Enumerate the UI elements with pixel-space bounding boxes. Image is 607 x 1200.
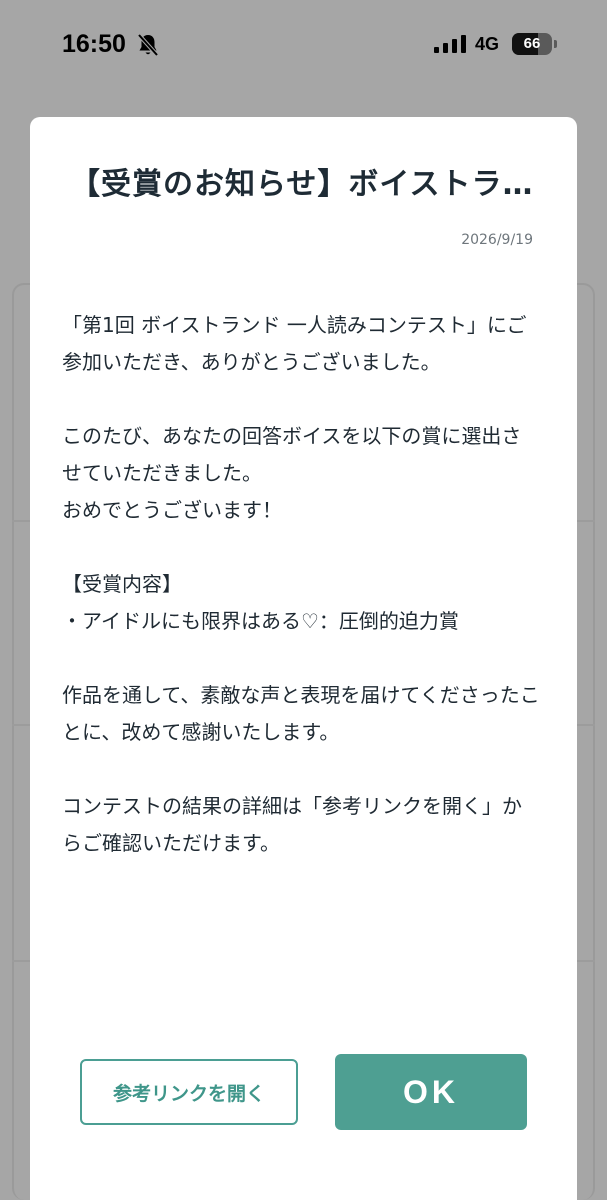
signal-icon xyxy=(434,35,466,53)
body-paragraph: 「第1回 ボイストランド 一人読みコンテスト」にご参加いただき、ありがとうござい… xyxy=(62,313,527,374)
network-label: 4G xyxy=(475,34,500,54)
status-time: 16:50 xyxy=(62,30,126,58)
body-paragraph xyxy=(62,640,540,677)
battery-icon: 66 xyxy=(512,33,558,55)
battery-level: 66 xyxy=(523,35,541,52)
body-paragraph: 作品を通して、素敵な声と表現を届けてくださったことに、改めて感謝いたします。 xyxy=(62,683,540,744)
body-paragraph: 【受賞内容】 xyxy=(62,572,182,596)
body-paragraph xyxy=(62,381,540,418)
dialog-date: 2026/9/19 xyxy=(461,232,533,248)
award-notice-dialog: 【受賞のお知らせ】ボイストランド 第1回 一人読みコンテスト 2026/9/19… xyxy=(30,117,577,1200)
ok-button[interactable]: OK xyxy=(335,1054,527,1130)
body-paragraph xyxy=(62,529,540,566)
open-reference-link-button[interactable]: 参考リンクを開く xyxy=(80,1059,298,1125)
dialog-body: 「第1回 ボイストランド 一人読みコンテスト」にご参加いただき、ありがとうござい… xyxy=(62,307,540,862)
bell-muted-icon xyxy=(137,33,159,57)
body-paragraph xyxy=(62,751,540,788)
body-paragraph: このたび、あなたの回答ボイスを以下の賞に選出させていただきました。 xyxy=(62,424,522,485)
body-paragraph: おめでとうございます！ xyxy=(62,498,282,522)
body-paragraph: ・アイドルにも限界はある♡：圧倒的迫力賞 xyxy=(62,609,459,633)
body-paragraph: コンテストの結果の詳細は「参考リンクを開く」からご確認いただけます。 xyxy=(62,794,522,855)
dialog-title: 【受賞のお知らせ】ボイストランド 第1回 一人読みコンテスト xyxy=(70,167,540,202)
status-bar: 16:50 4G 66 xyxy=(0,0,607,92)
